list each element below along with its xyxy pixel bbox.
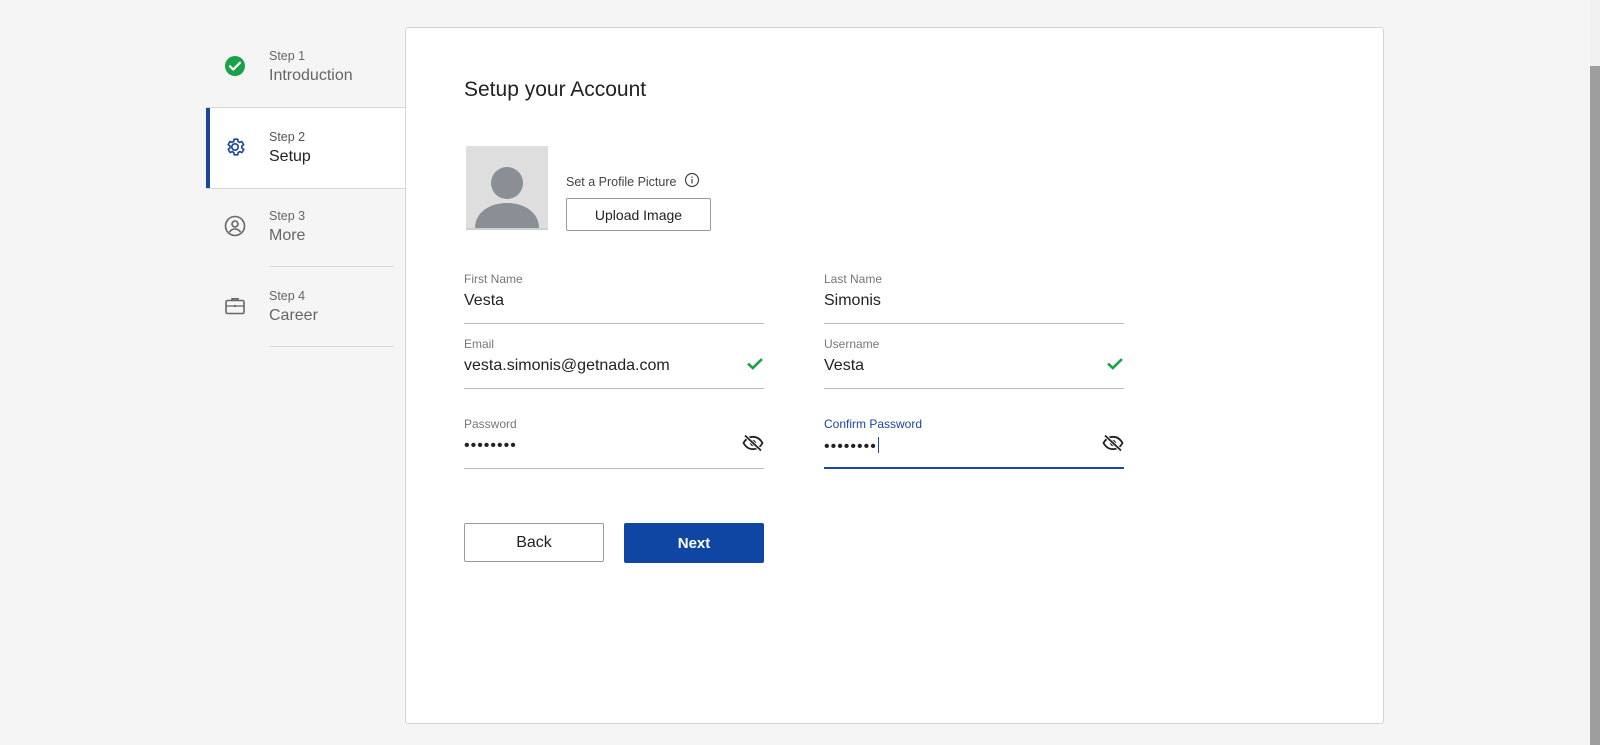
step-more[interactable]: Step 3 More [206,187,406,267]
user-silhouette-icon [475,167,539,228]
username-input[interactable]: Vesta [824,357,864,375]
input-underline [464,468,764,469]
text-caret [877,437,879,453]
step-number: Step 1 [269,49,306,63]
first-name-field[interactable]: First Name Vesta [464,272,764,324]
info-icon[interactable] [684,172,700,188]
email-input[interactable]: vesta.simonis@getnada.com [464,357,670,375]
gear-icon [224,136,246,158]
step-number: Step 2 [269,130,306,144]
confirm-password-field[interactable]: Confirm Password •••••••• [824,417,1124,469]
briefcase-icon [224,295,246,317]
next-button[interactable]: Next [624,523,764,563]
confirm-password-value: •••••••• [824,438,877,455]
confirm-password-input[interactable]: •••••••• [824,437,879,456]
eye-slash-icon[interactable] [1102,434,1124,452]
upload-image-button[interactable]: Upload Image [566,198,711,231]
user-circle-icon [224,215,246,237]
first-name-label: First Name [464,272,523,286]
input-underline [824,467,1124,469]
email-label: Email [464,337,495,351]
input-underline [824,323,1124,324]
username-label: Username [824,337,880,351]
input-underline [464,388,764,389]
step-name: Introduction [269,67,353,84]
step-number: Step 4 [269,289,306,303]
page-title: Setup your Account [464,78,647,101]
step-introduction[interactable]: Step 1 Introduction [206,27,406,107]
input-underline [464,323,764,324]
last-name-field[interactable]: Last Name Simonis [824,272,1124,324]
password-label: Password [464,417,517,431]
last-name-input[interactable]: Simonis [824,292,881,310]
check-icon [746,355,764,373]
confirm-password-label: Confirm Password [824,417,923,431]
check-icon [1106,355,1124,373]
input-underline [824,388,1124,389]
password-input[interactable]: •••••••• [464,437,517,455]
back-button[interactable]: Back [464,523,604,562]
first-name-input[interactable]: Vesta [464,292,504,310]
scrollbar-thumb[interactable] [1590,66,1600,745]
divider [269,346,394,347]
step-name: Setup [269,148,311,165]
profile-picture-label: Set a Profile Picture [566,175,677,189]
step-name: Career [269,307,318,324]
step-setup[interactable]: Step 2 Setup [206,107,406,189]
last-name-label: Last Name [824,272,883,286]
avatar-placeholder [466,146,548,230]
eye-slash-icon[interactable] [742,434,764,452]
check-circle-icon [224,55,246,77]
email-field[interactable]: Email vesta.simonis@getnada.com [464,337,764,389]
username-field[interactable]: Username Vesta [824,337,1124,389]
step-name: More [269,227,306,244]
step-career[interactable]: Step 4 Career [206,267,406,347]
step-number: Step 3 [269,209,306,223]
password-field[interactable]: Password •••••••• [464,417,764,469]
setup-card: Setup your Account Set a Profile Picture… [405,27,1384,724]
